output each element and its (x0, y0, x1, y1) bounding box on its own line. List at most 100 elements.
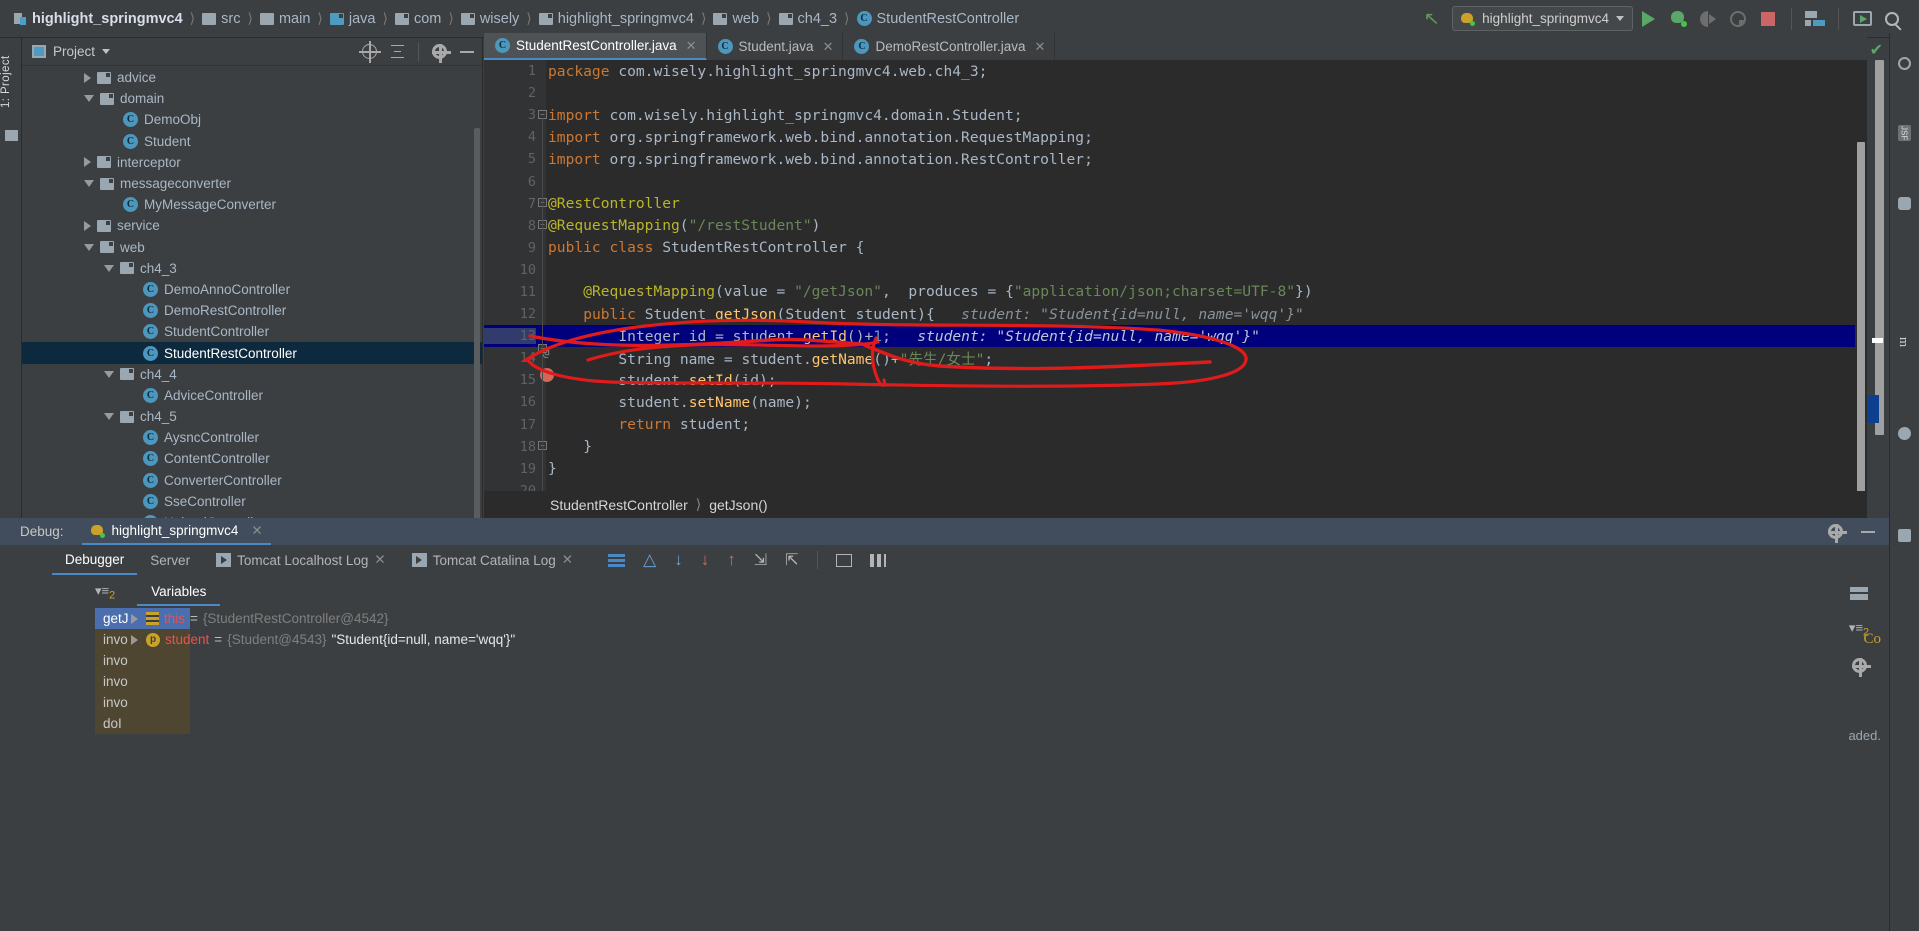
breadcrumb-class[interactable]: StudentRestController (550, 497, 688, 513)
breadcrumb-item-ch4-3[interactable]: ch4_3 (778, 11, 837, 27)
code-line[interactable]: 9 public class StudentRestController { (484, 237, 1867, 259)
breadcrumb-item-main[interactable]: main (259, 11, 310, 27)
tree-node[interactable]: interceptor (22, 152, 482, 173)
chevron-right-icon[interactable] (131, 613, 138, 624)
code-line[interactable]: 11 @RequestMapping(value = "/getJson", p… (484, 281, 1867, 303)
code-line[interactable]: 12 public Student getJson(Student studen… (484, 303, 1867, 325)
close-icon[interactable]: ✕ (823, 39, 834, 55)
breadcrumb-method[interactable]: getJson() (709, 497, 767, 513)
run-configuration-selector[interactable]: highlight_springmvc4 (1452, 6, 1633, 31)
locate-icon[interactable] (359, 41, 381, 63)
chevron-right-icon[interactable] (131, 634, 138, 645)
breadcrumb-item-wisely[interactable]: wisely (460, 11, 519, 27)
close-icon[interactable]: ✕ (562, 552, 573, 568)
code-line[interactable]: 2 (484, 82, 1867, 104)
collapse-all-icon[interactable] (390, 44, 405, 59)
update-project-icon[interactable]: ↖ (1411, 7, 1452, 30)
layout-settings-icon[interactable] (869, 553, 886, 567)
gear-button[interactable] (1829, 647, 1889, 683)
chevron-right-icon[interactable] (84, 157, 91, 168)
tree-node[interactable]: advice (22, 67, 482, 88)
close-icon[interactable]: ✕ (251, 523, 262, 539)
run-with-coverage-button[interactable] (1693, 4, 1723, 34)
gear-icon[interactable] (1828, 524, 1847, 543)
stop-button[interactable] (1753, 4, 1783, 34)
gear-icon[interactable] (432, 44, 451, 63)
code-line[interactable]: 8 @RequestMapping("/restStudent") (484, 215, 1867, 237)
code-line[interactable]: 15 student.setId(id); (484, 369, 1867, 391)
breadcrumb-item-java[interactable]: java (329, 11, 375, 27)
tree-node[interactable]: web (22, 237, 482, 258)
tree-node[interactable]: domain (22, 88, 482, 109)
variable-row[interactable]: p student = {Student@4543} "Student{id=null,… (125, 629, 1829, 650)
sidebar-item-ant[interactable] (1889, 525, 1919, 575)
profile-button[interactable] (1723, 4, 1753, 34)
code-line[interactable]: 3 import com.wisely.highlight_springmvc4.… (484, 104, 1867, 126)
code-line[interactable]: 7 @RestController (484, 193, 1867, 215)
code-line[interactable]: 5 import org.springframework.web.bind.ann… (484, 148, 1867, 170)
tree-node[interactable]: C MyMessageConverter (22, 194, 482, 215)
breadcrumb-item-studentrestcontroller[interactable]: C StudentRestController (856, 11, 1019, 27)
close-icon[interactable]: ✕ (374, 552, 385, 568)
code-area[interactable]: 1 package com.wisely.highlight_springmvc4… (484, 60, 1867, 491)
drop-frame-icon[interactable]: ⇲ (754, 550, 767, 570)
tree-node[interactable]: C DemoAnnoController (22, 279, 482, 300)
code-line[interactable]: 20 (484, 480, 1867, 491)
code-line[interactable]: 13 Integer id = student.getId()+1; stude… (484, 325, 1867, 348)
chevron-down-icon[interactable] (104, 264, 114, 272)
chevron-down-icon[interactable] (84, 95, 94, 103)
evaluate-expression-icon[interactable] (835, 553, 852, 567)
close-icon[interactable]: ✕ (686, 38, 697, 54)
breadcrumb-item-web[interactable]: web (713, 11, 759, 27)
tab-debugger[interactable]: Debugger (52, 545, 138, 575)
chevron-right-icon[interactable] (84, 220, 91, 231)
tree-node[interactable]: service (22, 215, 482, 236)
step-over-icon[interactable]: △ (643, 550, 656, 570)
search-everywhere-button[interactable] (1877, 4, 1907, 34)
tab-variables[interactable]: Variables (137, 578, 221, 606)
variables-tree[interactable]: this = {StudentRestController@4542} p studen… (125, 608, 1829, 931)
tab-demorestcontroller[interactable]: C DemoRestController.java ✕ (843, 33, 1056, 60)
code-line[interactable]: 10 (484, 259, 1867, 281)
layout-button[interactable] (1829, 575, 1889, 611)
sidebar-item-jsf[interactable]: JSF (1889, 121, 1919, 177)
chevron-down-icon[interactable] (104, 413, 114, 421)
editor-scrollbar-thumb[interactable] (1857, 142, 1865, 491)
variable-row[interactable]: this = {StudentRestController@4542} (125, 608, 1829, 629)
tree-node[interactable]: C StudentRestController (22, 342, 482, 364)
code-line[interactable]: 16 student.setName(name); (484, 391, 1867, 413)
code-line[interactable]: 17 return student; (484, 414, 1867, 436)
tree-node[interactable]: C AysncController (22, 427, 482, 448)
chevron-right-icon[interactable] (84, 72, 91, 83)
tab-student[interactable]: C Student.java ✕ (707, 33, 844, 60)
tree-node[interactable]: C AdviceController (22, 385, 482, 406)
editor-scrollbar[interactable] (1855, 87, 1867, 491)
tab-tomcat-localhost-log[interactable]: Tomcat Localhost Log ✕ (203, 545, 399, 575)
code-line[interactable]: 1 package com.wisely.highlight_springmvc4… (484, 60, 1867, 82)
sidebar-item-maven[interactable]: m (1889, 333, 1919, 411)
tree-node[interactable]: C StudentController (22, 321, 482, 342)
step-out-icon[interactable]: ↑ (727, 550, 736, 570)
sidebar-item-cdi[interactable] (1889, 53, 1919, 105)
terminal-button[interactable] (1847, 4, 1877, 34)
project-structure-button[interactable] (1800, 4, 1830, 34)
run-button[interactable] (1633, 4, 1663, 34)
chevron-down-icon[interactable] (104, 370, 114, 378)
tree-node[interactable]: C DemoRestController (22, 300, 482, 321)
tree-node[interactable]: C DemoObj (22, 109, 482, 130)
breadcrumb-item-project[interactable]: highlight_springmvc4 (14, 11, 183, 27)
sidebar-item-bean-validation[interactable] (1889, 193, 1919, 321)
breadcrumb-item-src[interactable]: src (202, 11, 240, 27)
run-to-cursor-icon[interactable]: ⇱ (785, 550, 798, 570)
debug-button[interactable] (1663, 4, 1693, 34)
tab-tomcat-catalina-log[interactable]: Tomcat Catalina Log ✕ (399, 545, 586, 575)
chevron-down-icon[interactable] (84, 180, 94, 188)
code-line[interactable]: 14 String name = student.getName()+"先生/女… (484, 347, 1867, 369)
console-toggle-icon[interactable] (608, 553, 626, 567)
chevron-down-icon[interactable] (102, 49, 111, 54)
chevron-down-icon[interactable] (84, 243, 94, 251)
close-icon[interactable]: ✕ (1035, 39, 1046, 55)
tree-node[interactable]: C SseController (22, 491, 482, 512)
tree-node[interactable]: ch4_4 (22, 364, 482, 385)
code-line[interactable]: 6 (484, 170, 1867, 192)
